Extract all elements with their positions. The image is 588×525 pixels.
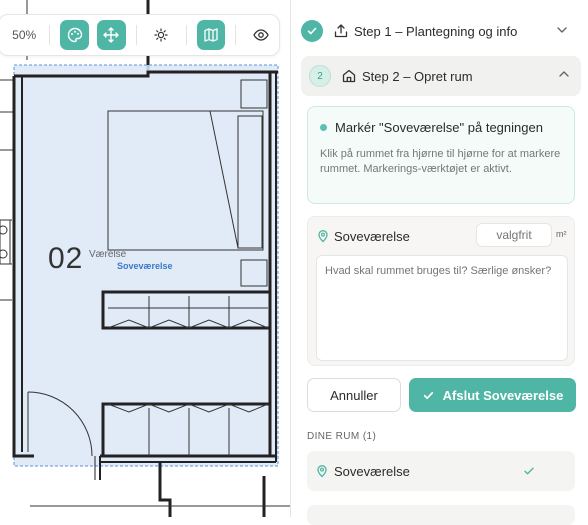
area-input[interactable] (476, 223, 552, 247)
palette-icon (67, 27, 82, 43)
step-1-done-badge (301, 20, 323, 42)
step-1-header[interactable]: Step 1 – Plantegning og info (301, 12, 579, 50)
check-icon (423, 391, 433, 399)
finish-room-button[interactable]: Afslut Soveværelse (409, 378, 576, 412)
brightness-button[interactable] (147, 20, 176, 50)
step-1-label: Step 1 – Plantegning og info (354, 23, 518, 39)
floorplan-drawing (0, 0, 290, 517)
canvas-toolbar: 50% (0, 14, 280, 56)
toolbar-divider (49, 25, 51, 45)
chevron-down-icon (557, 27, 567, 33)
step-2-number-badge: 2 (309, 65, 331, 87)
eye-icon (252, 29, 269, 41)
map-button[interactable] (196, 20, 226, 50)
location-pin-icon (318, 230, 328, 243)
instruction-title-text: Markér "Soveværelse" på tegningen (335, 120, 543, 135)
cancel-button[interactable]: Annuller (307, 378, 401, 412)
instruction-title: Markér "Soveværelse" på tegningen (320, 120, 543, 135)
room-type-label: Værelse (89, 249, 127, 260)
room-list-item-name: Soveværelse (334, 464, 410, 479)
toolbar-divider (235, 25, 237, 45)
move-icon (103, 27, 120, 43)
room-list-item[interactable]: Soveværelse (307, 451, 575, 491)
zoom-level[interactable]: 50% (0, 28, 43, 42)
room-form-name: Soveværelse (334, 229, 410, 244)
house-icon (342, 69, 356, 83)
map-icon (204, 28, 218, 42)
location-pin-icon (317, 465, 327, 478)
palette-button[interactable] (60, 20, 90, 50)
room-list-item-partial (307, 505, 575, 525)
sun-icon (154, 28, 168, 42)
move-button[interactable] (97, 20, 126, 50)
instruction-body: Klik på rummet fra hjørne til hjørne for… (320, 148, 561, 175)
room-number-label: 02 (48, 242, 84, 275)
step-2-label: Step 2 – Opret rum (362, 68, 473, 84)
visibility-button[interactable] (246, 20, 275, 50)
finish-room-label: Afslut Soveværelse (442, 387, 564, 403)
upload-icon (334, 24, 348, 38)
toolbar-divider (185, 25, 187, 45)
toolbar-divider (135, 25, 137, 45)
step-2-header[interactable]: 2 Step 2 – Opret rum (301, 56, 581, 96)
chevron-up-icon (559, 71, 569, 77)
check-icon (524, 467, 534, 475)
room-description-input[interactable] (316, 255, 568, 361)
steps-panel: Step 1 – Plantegning og info 2 Step 2 – … (290, 0, 588, 525)
floorplan-canvas[interactable]: 02 Værelse Soveværelse 50% (0, 0, 290, 517)
room-name-tag: Soveværelse (117, 261, 173, 271)
room-form-card: Soveværelse m² (307, 216, 575, 366)
check-icon (307, 27, 317, 35)
your-rooms-heading: DINE RUM (1) (307, 431, 377, 442)
instruction-card: Markér "Soveværelse" på tegningen Klik p… (307, 106, 575, 204)
area-unit: m² (556, 229, 567, 239)
status-dot (320, 124, 327, 131)
